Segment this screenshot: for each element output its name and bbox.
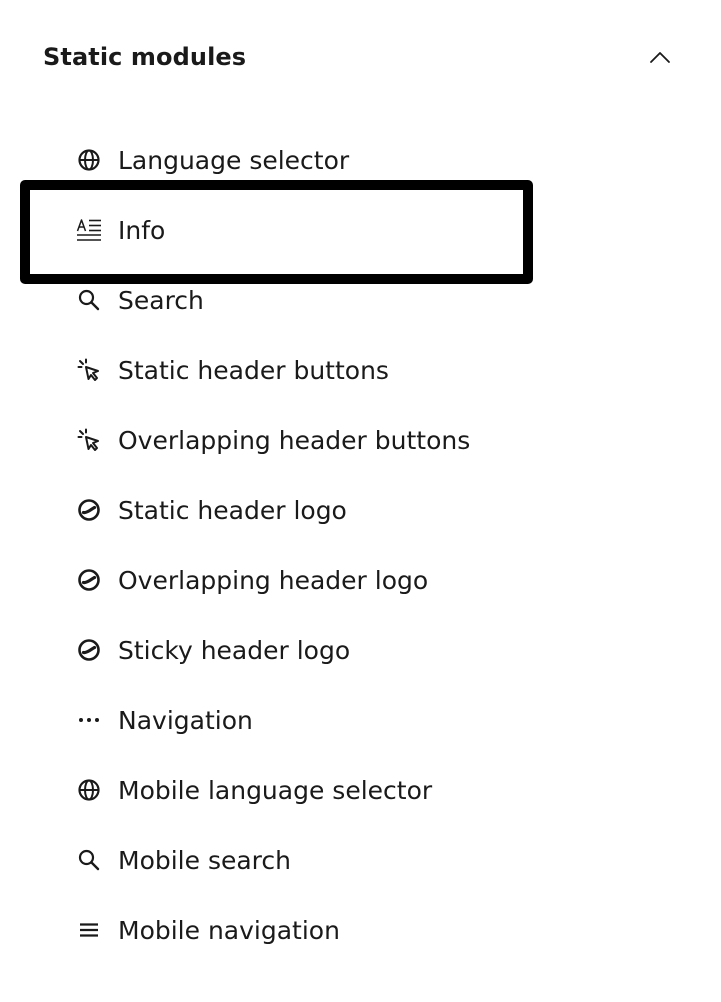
section-header-static-modules[interactable]: Static modules <box>43 30 683 84</box>
section-title: Static modules <box>43 43 247 71</box>
text-block-icon <box>76 217 102 243</box>
logo-icon <box>76 567 102 593</box>
pointer-click-icon <box>76 427 102 453</box>
pointer-click-icon <box>76 357 102 383</box>
module-label: Mobile search <box>118 845 291 875</box>
module-label: Static header logo <box>118 495 347 525</box>
module-item-navigation[interactable]: Navigation <box>0 685 721 755</box>
module-item-info[interactable]: Info <box>0 195 721 265</box>
module-label: Language selector <box>118 145 350 175</box>
globe-icon <box>76 777 102 803</box>
module-item-mobile-language-selector[interactable]: Mobile language selector <box>0 755 721 825</box>
module-item-language-selector[interactable]: Language selector <box>0 125 721 195</box>
globe-icon <box>76 147 102 173</box>
more-dots-icon <box>76 707 102 733</box>
module-label: Static header buttons <box>118 355 389 385</box>
module-label: Sticky header logo <box>118 635 351 665</box>
module-item-overlapping-header-buttons[interactable]: Overlapping header buttons <box>0 405 721 475</box>
static-modules-panel: Static modules Language selector Info Se… <box>0 0 721 1002</box>
module-item-static-header-buttons[interactable]: Static header buttons <box>0 335 721 405</box>
module-item-sticky-header-logo[interactable]: Sticky header logo <box>0 615 721 685</box>
module-item-static-header-logo[interactable]: Static header logo <box>0 475 721 545</box>
logo-icon <box>76 497 102 523</box>
module-label: Search <box>118 285 204 315</box>
module-label: Mobile language selector <box>118 775 433 805</box>
chevron-up-icon[interactable] <box>645 42 675 72</box>
module-label: Overlapping header logo <box>118 565 429 595</box>
module-item-mobile-navigation[interactable]: Mobile navigation <box>0 895 721 965</box>
module-item-mobile-search[interactable]: Mobile search <box>0 825 721 895</box>
module-item-overlapping-header-logo[interactable]: Overlapping header logo <box>0 545 721 615</box>
module-label: Overlapping header buttons <box>118 425 471 455</box>
menu-lines-icon <box>76 917 102 943</box>
module-label: Info <box>118 215 166 245</box>
search-icon <box>76 287 102 313</box>
module-item-search[interactable]: Search <box>0 265 721 335</box>
module-label: Navigation <box>118 705 253 735</box>
logo-icon <box>76 637 102 663</box>
search-icon <box>76 847 102 873</box>
module-list: Language selector Info Search Static hea… <box>0 125 721 965</box>
module-label: Mobile navigation <box>118 915 340 945</box>
